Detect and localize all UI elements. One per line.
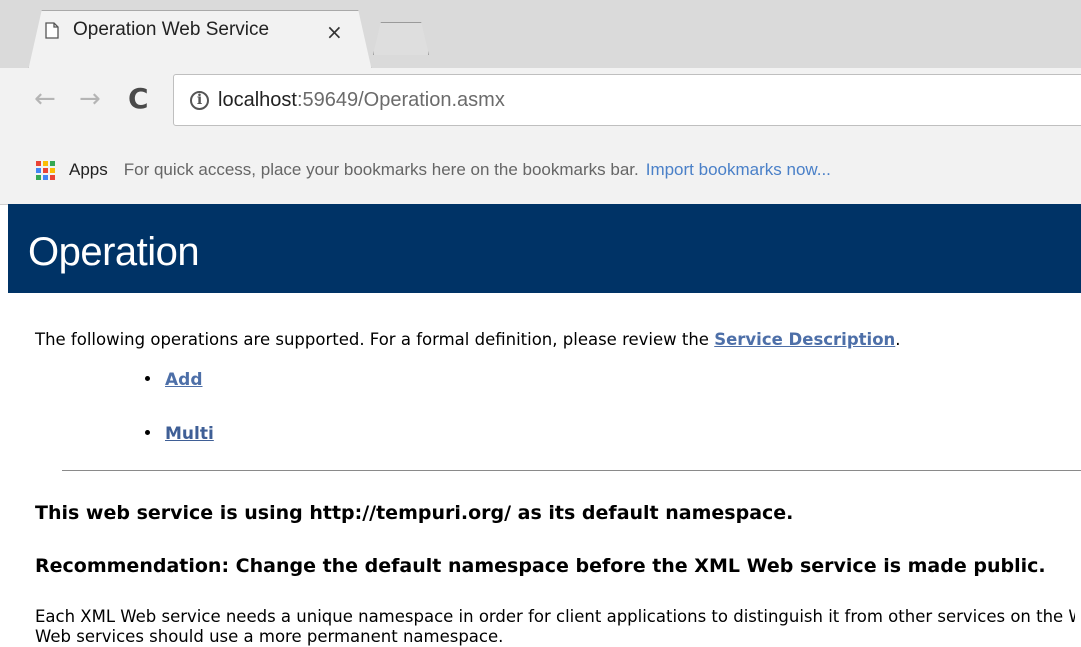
- apps-grid-dot: [36, 174, 41, 180]
- reload-icon[interactable]: C: [128, 82, 149, 115]
- forward-arrow-icon[interactable]: →: [79, 84, 101, 114]
- namespace-explanation: Each XML Web service needs a unique name…: [35, 607, 1075, 647]
- explanation-line-2: Web services should use a more permanent…: [35, 627, 504, 646]
- page-title: Operation: [28, 230, 200, 274]
- apps-grid-dot: [43, 160, 48, 166]
- url-text[interactable]: localhost:59649/Operation.asmx: [218, 89, 505, 112]
- back-arrow-icon[interactable]: ←: [34, 84, 56, 114]
- apps-grid-dot: [50, 174, 55, 180]
- info-icon[interactable]: i: [190, 90, 209, 110]
- intro-text: The following operations are supported. …: [35, 330, 715, 349]
- tab-strip: Operation Web Service ×: [0, 0, 1081, 68]
- apps-grid-icon[interactable]: [36, 160, 55, 180]
- browser-toolbar: ← → C i localhost:59649/Operation.asmx: [0, 68, 1081, 136]
- active-tab-content[interactable]: Operation Web Service: [45, 10, 365, 50]
- apps-button-label[interactable]: Apps: [69, 160, 108, 180]
- explanation-line-1: Each XML Web service needs a unique name…: [35, 607, 1075, 626]
- horizontal-divider: [62, 470, 1081, 471]
- bookmarks-bar: Apps For quick access, place your bookma…: [0, 136, 1081, 205]
- operations-list: Add Multi: [145, 370, 214, 478]
- bookmarks-hint-text: For quick access, place your bookmarks h…: [123, 160, 639, 179]
- apps-grid-dot: [43, 167, 48, 173]
- apps-grid-dot: [36, 167, 41, 173]
- page-icon: [45, 21, 59, 39]
- page-header-banner: Operation: [8, 204, 1081, 293]
- url-path: :59649/Operation.asmx: [296, 88, 505, 111]
- apps-grid-dot: [50, 167, 55, 173]
- bullet-icon: [145, 376, 150, 381]
- service-description-link[interactable]: Service Description: [714, 330, 895, 349]
- apps-grid-dot: [50, 160, 55, 166]
- close-tab-icon[interactable]: ×: [326, 20, 343, 44]
- apps-grid-dot: [43, 174, 48, 180]
- operation-link-multi[interactable]: Multi: [165, 424, 214, 444]
- apps-grid-dot: [36, 160, 41, 166]
- operation-link-add[interactable]: Add: [165, 370, 203, 390]
- recommendation-heading: Recommendation: Change the default names…: [35, 555, 1046, 577]
- tab-title: Operation Web Service: [73, 19, 270, 40]
- new-tab-button[interactable]: [373, 22, 429, 55]
- import-bookmarks-link[interactable]: Import bookmarks now...: [646, 160, 831, 180]
- namespace-heading: This web service is using http://tempuri…: [35, 502, 794, 524]
- intro-period: .: [895, 330, 901, 349]
- list-item: Add: [145, 370, 214, 424]
- address-bar[interactable]: i localhost:59649/Operation.asmx: [173, 74, 1081, 126]
- url-host: localhost: [218, 88, 297, 111]
- intro-paragraph: The following operations are supported. …: [35, 330, 901, 349]
- bullet-icon: [145, 430, 150, 435]
